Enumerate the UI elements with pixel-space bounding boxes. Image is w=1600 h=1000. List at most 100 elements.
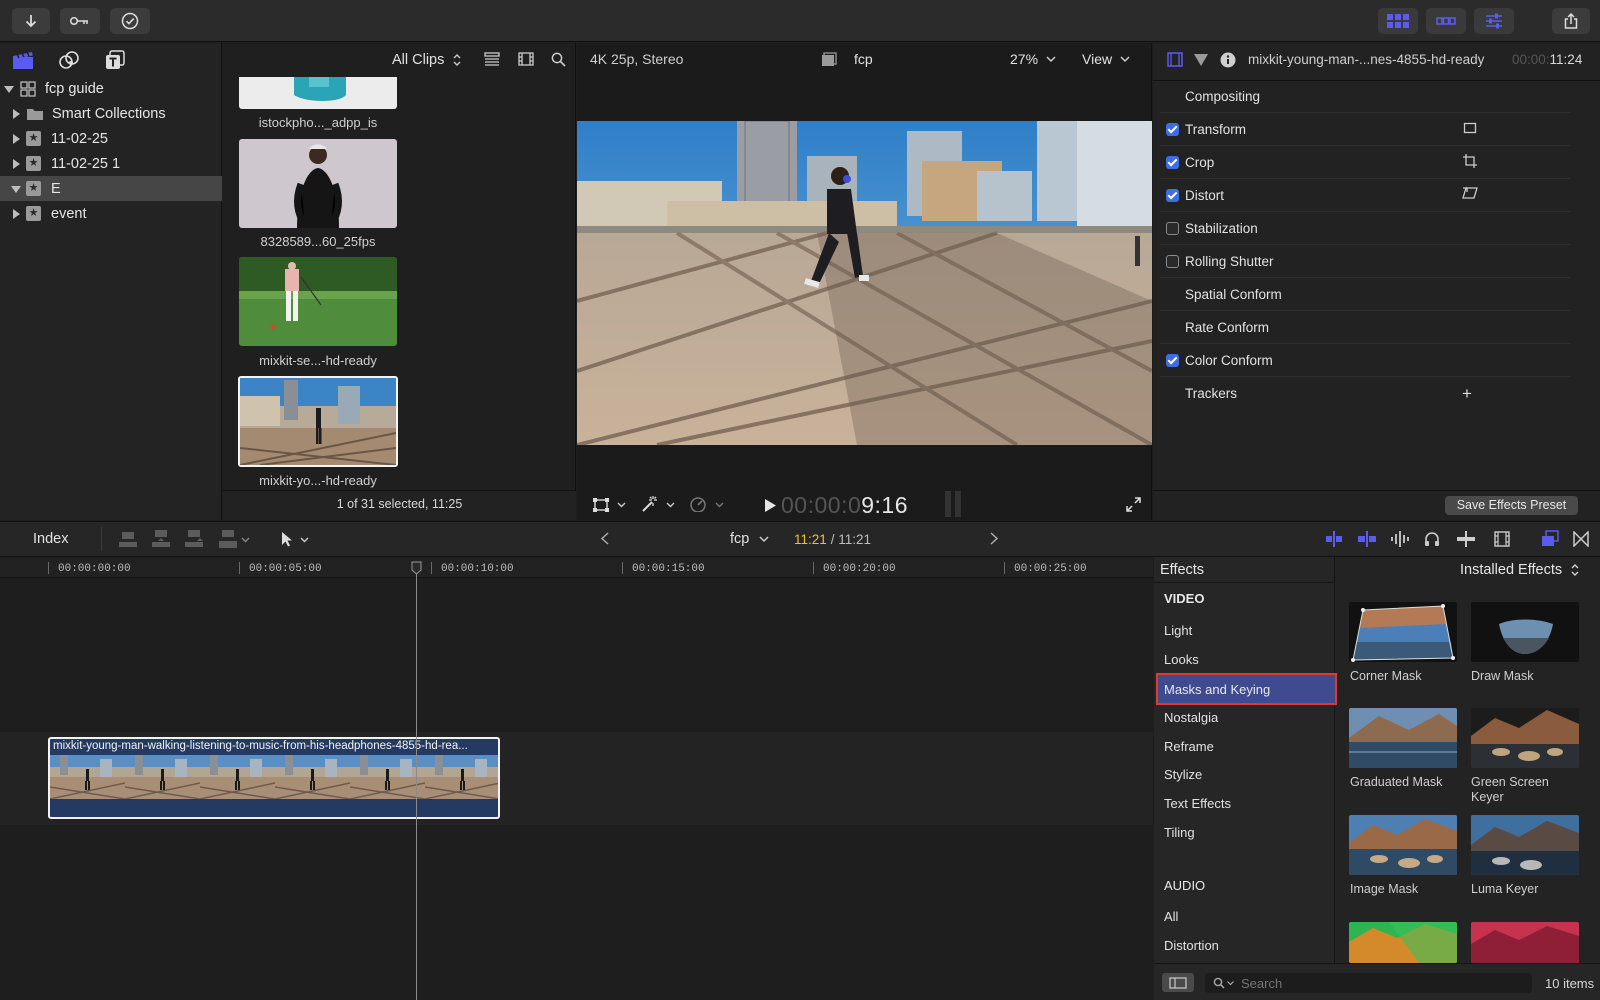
effects-category-distortion[interactable]: Distortion	[1157, 930, 1337, 960]
transform-onscreen-icon[interactable]	[1463, 122, 1477, 134]
index-button[interactable]: Index	[33, 531, 68, 547]
inspector-row-crop[interactable]: Crop	[1160, 146, 1570, 179]
effect-thumb-graduated-mask[interactable]	[1349, 708, 1457, 768]
effect-thumb-luma-keyer[interactable]	[1471, 815, 1579, 875]
insert-clip-icon[interactable]	[151, 529, 171, 549]
transform-checkbox[interactable]	[1166, 123, 1179, 136]
inspector-row-trackers[interactable]: Trackers	[1160, 377, 1570, 410]
inspector-row-rate-conform[interactable]: Rate Conform	[1160, 311, 1570, 344]
show-inspector-button[interactable]	[1474, 8, 1514, 34]
effects-category-stylize[interactable]: Stylize	[1157, 759, 1337, 789]
event-event[interactable]: ★ event	[0, 201, 222, 226]
filmstrip-icon[interactable]	[518, 52, 534, 66]
viewer-timecode[interactable]: 00:00:0 9:16	[781, 492, 908, 519]
select-arrow-icon[interactable]	[281, 531, 293, 547]
effects-category-light[interactable]: Light	[1157, 615, 1337, 645]
playhead-handle[interactable]	[411, 561, 422, 575]
show-browser-button[interactable]	[1378, 8, 1418, 34]
crop-checkbox[interactable]	[1166, 156, 1179, 169]
clip-thumbnail[interactable]	[239, 257, 397, 346]
viewer-frame[interactable]	[577, 121, 1152, 445]
search-icon[interactable]	[551, 52, 566, 67]
effects-audio-header[interactable]: AUDIO	[1157, 870, 1337, 900]
disclosure-closed-icon[interactable]	[13, 133, 20, 144]
library-fcp-guide[interactable]: fcp guide	[0, 76, 222, 101]
play-icon[interactable]	[764, 499, 776, 512]
transitions-browser-icon[interactable]	[1573, 531, 1589, 547]
color-conform-checkbox[interactable]	[1166, 354, 1179, 367]
inspector-row-transform[interactable]: Transform	[1160, 113, 1570, 146]
save-effects-preset-button[interactable]: Save Effects Preset	[1445, 496, 1578, 515]
speed-gauge-icon[interactable]	[689, 496, 707, 512]
titles-generators-tab[interactable]	[104, 50, 126, 70]
color-inspector-icon[interactable]	[1193, 53, 1209, 67]
disclosure-open-icon[interactable]	[4, 86, 14, 93]
effects-category-text-effects[interactable]: Text Effects	[1157, 788, 1337, 818]
disclosure-closed-icon[interactable]	[13, 158, 20, 169]
trackers-add-button[interactable]: +	[1462, 384, 1472, 404]
effect-thumb-green-screen-keyer[interactable]	[1471, 708, 1579, 768]
clip-appearance-icon[interactable]	[1456, 531, 1476, 547]
skimming-icon[interactable]	[1324, 531, 1344, 547]
clip-filter-popup[interactable]: All Clips	[392, 50, 462, 70]
video-inspector-icon[interactable]	[1167, 52, 1183, 67]
effects-search-field[interactable]	[1205, 973, 1532, 993]
inspector-row-compositing[interactable]: Compositing	[1160, 80, 1570, 113]
magic-wand-icon[interactable]	[640, 495, 658, 513]
effect-thumb-partial[interactable]	[1349, 922, 1457, 963]
event-11-02-25-1[interactable]: ★ 11-02-25 1	[0, 151, 222, 176]
chevron-down-icon[interactable]	[715, 502, 724, 508]
clip-thumbnail[interactable]	[239, 139, 397, 228]
info-icon[interactable]	[1220, 52, 1236, 68]
import-button[interactable]	[12, 8, 50, 34]
view-popup[interactable]: View	[1082, 51, 1130, 67]
event-11-02-25[interactable]: ★ 11-02-25	[0, 126, 222, 151]
chevron-down-icon[interactable]	[300, 537, 309, 543]
installed-effects-popup[interactable]: Installed Effects	[1460, 562, 1580, 578]
disclosure-closed-icon[interactable]	[13, 108, 20, 119]
disclosure-open-icon[interactable]	[11, 186, 21, 193]
chevron-down-icon[interactable]	[666, 502, 675, 508]
effect-thumb-partial[interactable]	[1471, 922, 1579, 963]
photos-audio-tab[interactable]	[58, 50, 80, 70]
inspector-row-distort[interactable]: Distort	[1160, 179, 1570, 212]
effect-thumb-image-mask[interactable]	[1349, 815, 1457, 875]
event-e-selected[interactable]: ★ E	[0, 176, 222, 201]
list-view-icon[interactable]	[484, 52, 500, 66]
timeline-project-popup[interactable]: fcp	[730, 531, 769, 547]
distort-checkbox[interactable]	[1166, 189, 1179, 202]
crop-onscreen-icon[interactable]	[1463, 154, 1477, 168]
connect-clip-icon[interactable]	[118, 529, 138, 549]
effects-category-reframe[interactable]: Reframe	[1157, 731, 1337, 761]
fullscreen-icon[interactable]	[1126, 497, 1141, 512]
zoom-popup[interactable]: 27%	[1010, 51, 1056, 67]
history-forward-icon[interactable]	[990, 532, 998, 545]
timeline-clip[interactable]: mixkit-young-man-walking-listening-to-mu…	[48, 737, 500, 819]
inspector-row-spatial-conform[interactable]: Spatial Conform	[1160, 278, 1570, 311]
inspector-row-rolling-shutter[interactable]: Rolling Shutter	[1160, 245, 1570, 278]
keyword-button[interactable]	[60, 8, 100, 34]
effects-category-all[interactable]: All	[1157, 901, 1337, 931]
filmstrip-icon[interactable]	[1494, 531, 1510, 547]
stabilization-checkbox[interactable]	[1166, 222, 1179, 235]
search-input[interactable]	[1241, 975, 1521, 991]
headphones-icon[interactable]	[1424, 531, 1440, 547]
inspector-row-stabilization[interactable]: Stabilization	[1160, 212, 1570, 245]
transform-tool-icon[interactable]	[592, 497, 610, 513]
show-timeline-button[interactable]	[1426, 8, 1466, 34]
chevron-down-icon[interactable]	[617, 502, 626, 508]
clip-thumbnail-selected[interactable]	[238, 376, 398, 467]
libraries-tab[interactable]	[12, 50, 34, 70]
toggle-sidebar-button[interactable]	[1162, 973, 1194, 992]
snapping-icon[interactable]	[1357, 531, 1377, 547]
history-back-icon[interactable]	[601, 532, 609, 545]
effect-thumb-draw-mask[interactable]	[1471, 602, 1579, 662]
rolling-shutter-checkbox[interactable]	[1166, 255, 1179, 268]
clip-thumbnail[interactable]	[239, 77, 397, 109]
audio-skimming-icon[interactable]	[1390, 531, 1410, 547]
effects-category-masks-and-keying[interactable]: Masks and Keying	[1156, 673, 1337, 705]
overwrite-clip-icon[interactable]	[218, 529, 238, 549]
effects-category-tiling[interactable]: Tiling	[1157, 817, 1337, 847]
distort-onscreen-icon[interactable]	[1462, 187, 1478, 199]
append-clip-icon[interactable]	[184, 529, 204, 549]
